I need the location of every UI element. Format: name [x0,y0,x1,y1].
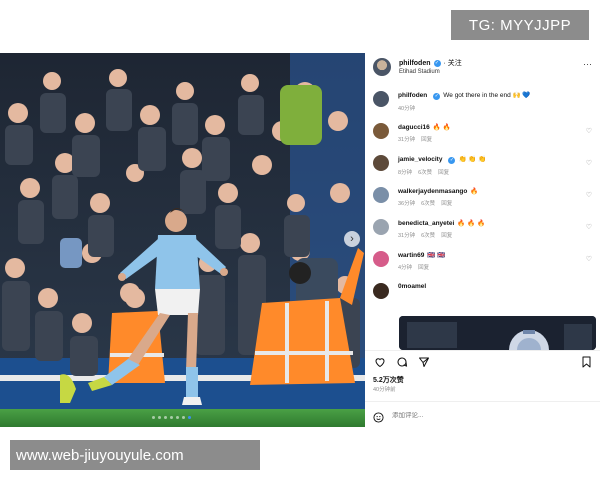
celebration-photo [0,53,365,427]
carousel-dot[interactable] [158,416,161,419]
carousel-dot[interactable] [164,416,167,419]
commenter-username[interactable]: benedicta_anyetei [398,220,454,227]
comment-item: jamie_velocity ✓ 👏 👏 👏 8分钟 6次赞 回复 [373,155,486,176]
comment-text: 🇬🇧 🇬🇧 [427,252,446,259]
comment-like-heart-icon[interactable]: ♡ [586,159,592,167]
verified-badge-icon: ✓ [433,93,441,100]
commenter-avatar[interactable] [373,251,389,267]
comment-time: 31分钟 [398,137,416,143]
emoji-icon[interactable] [373,410,384,423]
commenter-avatar[interactable] [373,91,389,107]
comment-item: benedicta_anyetei 🔥 🔥 🔥 31分钟 6次赞 回复 [373,219,485,239]
post-header: philfoden ✓ · 关注 Etihad Stadium ··· [365,53,600,87]
comment-time: 4分钟 [398,265,413,271]
verified-badge-icon: ✓ [448,157,456,164]
commenter-username[interactable]: wartin69 [398,252,424,259]
comment-time: 8分钟 [398,170,413,176]
comment-item: philfoden ✓ We got there in the end 🙌 💙 40分… [373,91,531,112]
post-actions: 5.2万次赞 40分钟前 [365,350,600,427]
comment-like-heart-icon[interactable]: ♡ [586,191,592,199]
instagram-post: › philfoden ✓ · 关注 Etihad Stadium ··· ph… [0,53,600,427]
comment-icon[interactable] [395,355,408,368]
comment-text: We got there in the end 🙌 💙 [443,92,531,99]
comment-item: dagucci16 🔥 🔥 31分钟 回复 [373,123,451,143]
reply-button[interactable]: 回复 [421,137,432,143]
likes-count[interactable]: 5.2万次赞 [373,375,404,385]
carousel-dots [152,416,191,419]
comment-meta: 31分钟 6次赞 回复 [398,231,485,239]
carousel-dot[interactable] [182,416,185,419]
comment-meta: 4分钟 回复 [398,263,445,271]
reply-button[interactable]: 回复 [441,201,452,207]
comment-meta: 8分钟 6次赞 回复 [398,168,486,176]
post-panel: philfoden ✓ · 关注 Etihad Stadium ··· phil… [365,53,600,427]
more-horizontal-icon[interactable]: ··· [583,59,592,69]
comment-time: 36分钟 [398,201,416,207]
post-time: 40分钟前 [373,387,396,393]
comment-likes[interactable]: 6次赞 [418,170,432,176]
commenter-username[interactable]: 0moamel [398,283,426,290]
watermark-bottom: www.web-jiuyouyule.com [10,440,260,470]
commenter-avatar[interactable] [373,219,389,235]
comment-like-heart-icon[interactable]: ♡ [586,223,592,231]
carousel-dot[interactable] [170,416,173,419]
comment-like-heart-icon[interactable]: ♡ [586,127,592,135]
comment-meta: 40分钟 [398,104,531,112]
commenter-username[interactable]: walkerjaydenmasango [398,188,467,195]
bookmark-icon[interactable] [581,355,592,373]
comment-item: 0moamel [373,283,429,299]
commenter-avatar[interactable] [373,155,389,171]
comment-meta: 36分钟 6次赞 回复 [398,199,478,207]
add-comment-row [365,401,600,428]
reply-button[interactable]: 回复 [418,265,429,271]
next-slide-button[interactable]: › [344,231,360,247]
comment-likes[interactable]: 6次赞 [421,233,435,239]
commenter-username[interactable]: dagucci16 [398,124,430,131]
carousel-dot[interactable] [152,416,155,419]
comment-text: 🔥 🔥 🔥 [457,220,486,227]
comment-like-heart-icon[interactable]: ♡ [586,255,592,263]
author-username[interactable]: philfoden [399,60,431,67]
commenter-avatar[interactable] [373,187,389,203]
commenter-username[interactable]: philfoden [398,92,427,99]
watermark-top: TG: MYYJJPP [451,10,589,40]
comment-text: 🔥 🔥 [432,124,451,131]
comment-text: 👏 👏 👏 [458,156,487,163]
screenshot: TG: MYYJJPP › philfoden ✓ · 关注 Etihad St… [0,0,600,480]
commenter-avatar[interactable] [373,283,389,299]
comment-time: 40分钟 [398,106,416,112]
comment-meta: 31分钟 回复 [398,135,451,143]
follow-button[interactable]: · 关注 [444,58,462,68]
commenter-username[interactable]: jamie_velocity [398,156,442,163]
reply-image-preview[interactable] [399,316,596,350]
comment-item: wartin69 🇬🇧 🇬🇧 4分钟 回复 [373,251,445,271]
heart-icon[interactable] [373,355,386,368]
author-avatar[interactable] [373,58,391,76]
comment-item: walkerjaydenmasango 🔥 36分钟 6次赞 回复 [373,187,478,207]
post-photo[interactable]: › [0,53,365,427]
preview-image [399,316,596,350]
comment-time: 31分钟 [398,233,416,239]
comment-text: 🔥 [470,188,479,195]
verified-badge-icon: ✓ [433,59,441,67]
share-icon[interactable] [417,355,430,368]
reply-button[interactable]: 回复 [441,233,452,239]
commenter-avatar[interactable] [373,123,389,139]
location-link[interactable]: Etihad Stadium [399,69,462,75]
carousel-dot[interactable] [176,416,179,419]
comment-likes[interactable]: 6次赞 [421,201,435,207]
carousel-dot[interactable] [188,416,191,419]
add-comment-input[interactable] [392,411,542,419]
reply-button[interactable]: 回复 [438,170,449,176]
